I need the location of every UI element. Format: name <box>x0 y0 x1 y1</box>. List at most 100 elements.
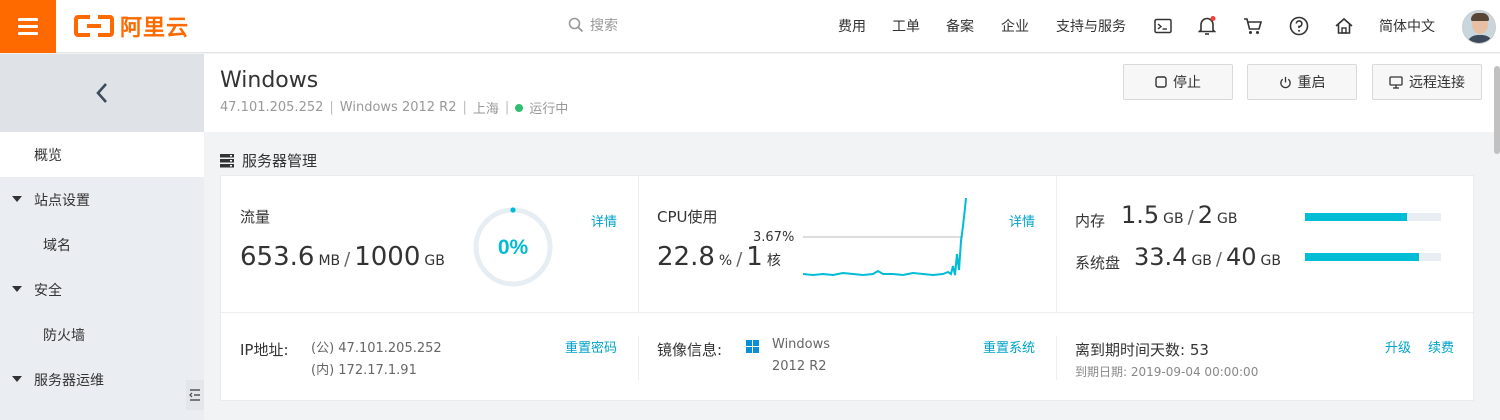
divider <box>638 336 639 380</box>
divider <box>221 312 1473 313</box>
bell-icon[interactable] <box>1196 15 1218 37</box>
home-icon[interactable] <box>1333 15 1355 37</box>
expiry-days-value: 53 <box>1189 341 1209 359</box>
sidebar-item-label: 站点设置 <box>34 192 90 209</box>
private-ip: (内) 172.17.1.91 <box>311 363 417 378</box>
sidebar-item-label: 域名 <box>43 237 71 254</box>
ip-label: IP地址: <box>240 341 289 359</box>
search-icon <box>568 17 584 33</box>
remote-connect-button[interactable]: 远程连接 <box>1372 64 1482 100</box>
divider <box>1056 336 1057 380</box>
traffic-used-unit: MB <box>318 253 341 269</box>
sidebar-item-label: 安全 <box>34 282 62 299</box>
traffic-total-unit: GB <box>424 253 445 269</box>
disk-used-unit: GB <box>1191 253 1212 269</box>
sidebar-item-label: 服务器运维 <box>34 372 104 389</box>
stop-label: 停止 <box>1173 75 1201 91</box>
cpu-label: CPU使用 <box>657 208 718 226</box>
expiry-days-label: 离到期时间天数: <box>1075 341 1186 359</box>
image-name-line1: Windows <box>772 337 831 352</box>
memory-used-unit: GB <box>1163 211 1184 227</box>
status-badge: 运行中 <box>529 102 569 117</box>
traffic-percent: 0% <box>498 236 529 259</box>
sidebar-item-firewall[interactable]: 防火墙 <box>0 312 204 357</box>
instance-header: Windows 47.101.205.252 | Windows 2012 R2… <box>204 54 1500 132</box>
stop-button[interactable]: 停止 <box>1123 64 1233 100</box>
cpu-sparkline <box>803 197 967 277</box>
public-ip: (公) 47.101.205.252 <box>311 341 442 356</box>
disk-total-unit: GB <box>1260 253 1281 269</box>
memory-label: 内存 <box>1075 212 1106 230</box>
logo-text: 阿里云 <box>120 16 190 41</box>
memory-used: 1.5 <box>1121 201 1160 229</box>
cpu-detail-link[interactable]: 详情 <box>1009 211 1035 230</box>
reset-password-link[interactable]: 重置密码 <box>565 337 617 356</box>
menu-button[interactable] <box>0 0 56 53</box>
caret-down-icon <box>12 376 22 382</box>
reset-system-link[interactable]: 重置系统 <box>983 337 1035 356</box>
disk-value: 33.4 GB / 40 GB <box>1134 243 1281 271</box>
instance-os: Windows 2012 R2 <box>339 100 457 115</box>
terminal-icon[interactable] <box>1152 15 1174 37</box>
restart-label: 重启 <box>1297 75 1326 91</box>
traffic-detail-link[interactable]: 详情 <box>591 211 617 230</box>
divider <box>638 176 639 312</box>
cpu-peak-label: 3.67% <box>753 230 795 245</box>
sidebar-item-server-ops[interactable]: 服务器运维 <box>0 357 204 402</box>
memory-usage-bar <box>1305 213 1441 221</box>
caret-down-icon <box>12 196 22 202</box>
nav-filing[interactable]: 备案 <box>946 16 974 36</box>
logo[interactable]: 阿里云 <box>74 10 189 42</box>
sidebar: 概览 站点设置 域名 安全 防火墙 服务器运维 <box>0 54 204 420</box>
scrollbar-thumb[interactable] <box>1494 66 1500 154</box>
instance-meta: 47.101.205.252 | Windows 2012 R2 | 上海 | … <box>220 100 569 117</box>
sidebar-item-overview[interactable]: 概览 <box>0 132 204 177</box>
gauge-progress-marker <box>510 207 516 213</box>
server-icon <box>220 153 234 167</box>
nav-fees[interactable]: 费用 <box>838 16 866 36</box>
chevron-left-icon <box>96 83 107 103</box>
disk-usage-fill <box>1305 253 1419 261</box>
renew-link[interactable]: 续费 <box>1428 337 1454 356</box>
expiry-date-value: 2019-09-04 00:00:00 <box>1130 365 1259 379</box>
sidebar-item-domain[interactable]: 域名 <box>0 222 204 267</box>
section-title: 服务器管理 <box>220 150 317 171</box>
expiry-days: 离到期时间天数: 53 <box>1075 339 1209 360</box>
top-bar: 阿里云 搜索 费用 工单 备案 企业 支持与服务 简体中文 <box>0 0 1500 53</box>
upgrade-link[interactable]: 升级 <box>1385 337 1411 356</box>
expiry-date-label: 到期日期: <box>1075 365 1128 379</box>
nav-tickets[interactable]: 工单 <box>892 16 920 36</box>
status-dot <box>515 103 524 112</box>
section-title-text: 服务器管理 <box>242 152 318 170</box>
back-button[interactable] <box>0 54 204 132</box>
caret-down-icon <box>12 286 22 292</box>
sidebar-item-label: 防火墙 <box>43 327 85 344</box>
search-box[interactable]: 搜索 <box>568 15 618 35</box>
sidebar-item-label: 概览 <box>34 147 62 164</box>
help-icon[interactable] <box>1288 15 1310 37</box>
memory-total-unit: GB <box>1216 211 1238 227</box>
logo-icon <box>74 15 114 37</box>
page-title: Windows <box>220 68 319 93</box>
disk-used: 33.4 <box>1134 243 1188 271</box>
image-label: 镜像信息: <box>657 341 723 359</box>
expiry-date: 到期日期: 2019-09-04 00:00:00 <box>1075 363 1258 380</box>
cpu-value: 22.8 % / 1 核 <box>657 242 781 272</box>
restart-button[interactable]: 重启 <box>1247 64 1357 100</box>
memory-usage-fill <box>1305 213 1407 221</box>
remote-connect-label: 远程连接 <box>1409 75 1465 91</box>
cpu-cores-unit: 核 <box>766 253 781 269</box>
traffic-total: 1000 <box>354 242 421 272</box>
traffic-value: 653.6 MB / 1000 GB <box>240 242 445 272</box>
nav-support[interactable]: 支持与服务 <box>1056 16 1126 36</box>
traffic-gauge: 0% <box>473 207 553 287</box>
sidebar-item-security[interactable]: 安全 <box>0 267 204 312</box>
sidebar-item-site-settings[interactable]: 站点设置 <box>0 177 204 222</box>
traffic-used: 653.6 <box>240 242 315 272</box>
cart-icon[interactable] <box>1242 15 1264 37</box>
sidebar-collapse-toggle[interactable] <box>186 380 204 410</box>
instance-region: 上海 <box>472 102 499 117</box>
language-selector[interactable]: 简体中文 <box>1379 16 1435 36</box>
avatar[interactable] <box>1462 10 1496 44</box>
nav-enterprise[interactable]: 企业 <box>1001 16 1029 36</box>
